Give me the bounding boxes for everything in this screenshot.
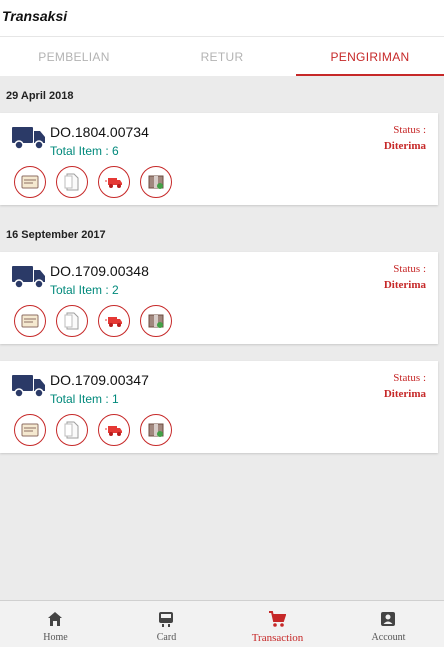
active-tab-indicator xyxy=(296,74,444,76)
package-icon xyxy=(148,314,164,328)
delivery-button[interactable] xyxy=(98,305,130,337)
delivery-truck-icon xyxy=(105,426,122,436)
status-label: Status : xyxy=(393,372,426,384)
page-title: Transaksi xyxy=(2,8,68,24)
document-icon xyxy=(64,173,79,191)
document-button[interactable] xyxy=(56,166,88,198)
document-icon xyxy=(64,312,79,330)
nav-label: Card xyxy=(156,632,177,643)
date-header: 29 April 2018 xyxy=(6,90,74,102)
nav-card[interactable]: Card xyxy=(111,601,222,647)
package-button[interactable] xyxy=(140,414,172,446)
status-badge: Diterima xyxy=(383,388,426,400)
do-number: DO.1709.00347 xyxy=(50,372,149,388)
truck-icon xyxy=(12,127,45,150)
delivery-truck-icon xyxy=(105,317,122,327)
total-items: Total Item : 1 xyxy=(50,392,119,406)
invoice-icon xyxy=(21,175,39,189)
shipment-card[interactable]: DO.1804.00734 Total Item : 6 Status : Di… xyxy=(0,113,438,205)
invoice-icon xyxy=(21,314,39,328)
account-icon xyxy=(381,612,395,626)
nav-label: Home xyxy=(43,632,68,643)
nav-home[interactable]: Home xyxy=(0,601,111,647)
do-number: DO.1709.00348 xyxy=(50,263,149,279)
document-icon xyxy=(64,421,79,439)
delivery-truck-icon xyxy=(105,178,122,188)
nav-account[interactable]: Account xyxy=(333,601,444,647)
date-header: 16 September 2017 xyxy=(6,229,106,241)
invoice-button[interactable] xyxy=(14,414,46,446)
tab-pembelian[interactable]: PEMBELIAN xyxy=(0,37,148,77)
tab-retur[interactable]: RETUR xyxy=(148,37,296,77)
tab-pengiriman[interactable]: PENGIRIMAN xyxy=(296,37,444,77)
status-label: Status : xyxy=(393,263,426,275)
package-button[interactable] xyxy=(140,166,172,198)
cart-icon xyxy=(269,611,286,627)
package-icon xyxy=(148,175,164,189)
status-badge: Diterima xyxy=(383,140,426,152)
package-button[interactable] xyxy=(140,305,172,337)
total-items: Total Item : 2 xyxy=(50,283,119,297)
app-header: Transaksi xyxy=(0,0,444,36)
invoice-icon xyxy=(21,423,39,437)
card-icon xyxy=(159,612,173,627)
bottom-navigation: Home Card Transaction Account xyxy=(0,600,444,647)
nav-label: Transaction xyxy=(251,632,304,644)
document-button[interactable] xyxy=(56,414,88,446)
truck-icon xyxy=(12,266,45,289)
invoice-button[interactable] xyxy=(14,166,46,198)
home-icon xyxy=(48,612,62,626)
tab-bar: PEMBELIAN RETUR PENGIRIMAN xyxy=(0,36,444,76)
shipment-card[interactable]: DO.1709.00347 Total Item : 1 Status : Di… xyxy=(0,361,438,453)
total-items: Total Item : 6 xyxy=(50,144,119,158)
truck-icon xyxy=(12,375,45,398)
invoice-button[interactable] xyxy=(14,305,46,337)
nav-label: Account xyxy=(371,632,406,643)
package-icon xyxy=(148,423,164,437)
status-label: Status : xyxy=(393,124,426,136)
delivery-button[interactable] xyxy=(98,166,130,198)
status-badge: Diterima xyxy=(383,279,426,291)
do-number: DO.1804.00734 xyxy=(50,124,149,140)
document-button[interactable] xyxy=(56,305,88,337)
delivery-button[interactable] xyxy=(98,414,130,446)
shipment-card[interactable]: DO.1709.00348 Total Item : 2 Status : Di… xyxy=(0,252,438,344)
nav-transaction[interactable]: Transaction xyxy=(222,601,333,647)
